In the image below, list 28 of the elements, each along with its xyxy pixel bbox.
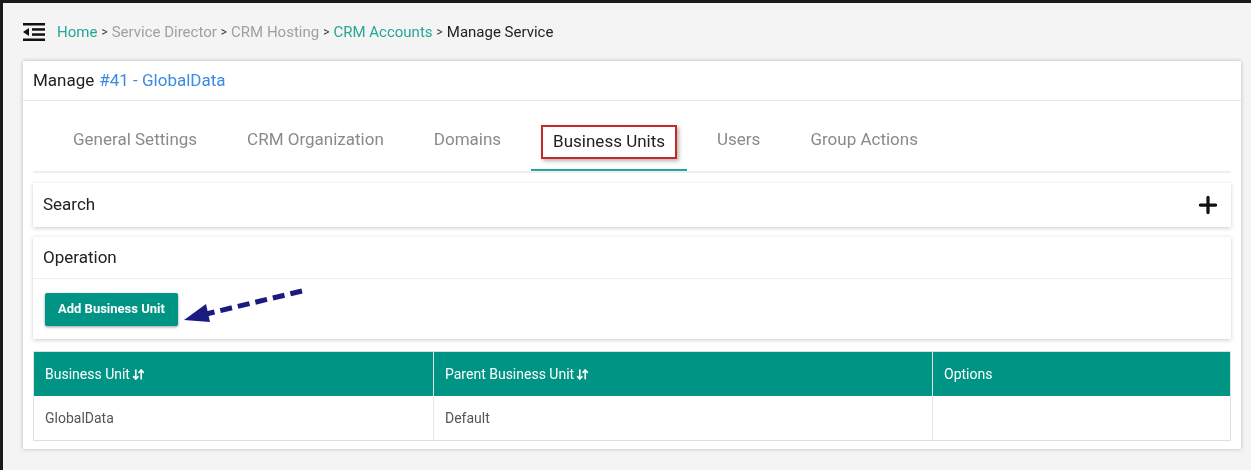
tab[interactable]: General Settings — [63, 125, 208, 155]
breadcrumb-separator: > — [323, 24, 330, 41]
column-header[interactable]: Parent Business Unit — [445, 363, 590, 385]
panel-title[interactable]: Search — [43, 192, 96, 218]
breadcrumb-separator: > — [220, 24, 228, 41]
tab[interactable]: CRM Organization — [237, 125, 394, 155]
tab[interactable]: Group Actions — [800, 125, 928, 155]
tab[interactable]: Business Units — [541, 125, 678, 159]
menu-collapse-icon[interactable] — [23, 23, 45, 41]
page-title-link[interactable]: #41 - GlobalData — [99, 67, 226, 94]
column-header[interactable]: Business Unit — [45, 363, 145, 385]
breadcrumb-item: Manage Service — [446, 21, 554, 43]
table-cell-text: Default — [445, 408, 490, 428]
column-header[interactable]: Options — [944, 363, 993, 385]
add-business-unit-button[interactable]: Add Business Unit — [45, 292, 178, 326]
breadcrumb-item[interactable]: CRM Accounts — [333, 20, 433, 44]
tab[interactable]: Domains — [423, 125, 512, 155]
breadcrumb-item[interactable]: Service Director — [111, 20, 217, 44]
sort-icon[interactable] — [131, 367, 145, 381]
breadcrumb-item[interactable]: Home — [57, 20, 98, 44]
tab[interactable]: Users — [707, 125, 771, 155]
breadcrumb-separator: > — [436, 24, 443, 41]
page-title: Manage — [33, 68, 95, 92]
sort-icon[interactable] — [576, 367, 590, 381]
breadcrumb-item[interactable]: CRM Hosting — [231, 20, 320, 44]
table-cell-text: GlobalData — [45, 408, 114, 428]
panel-title: Operation — [43, 245, 117, 269]
breadcrumb-separator: > — [101, 24, 108, 41]
